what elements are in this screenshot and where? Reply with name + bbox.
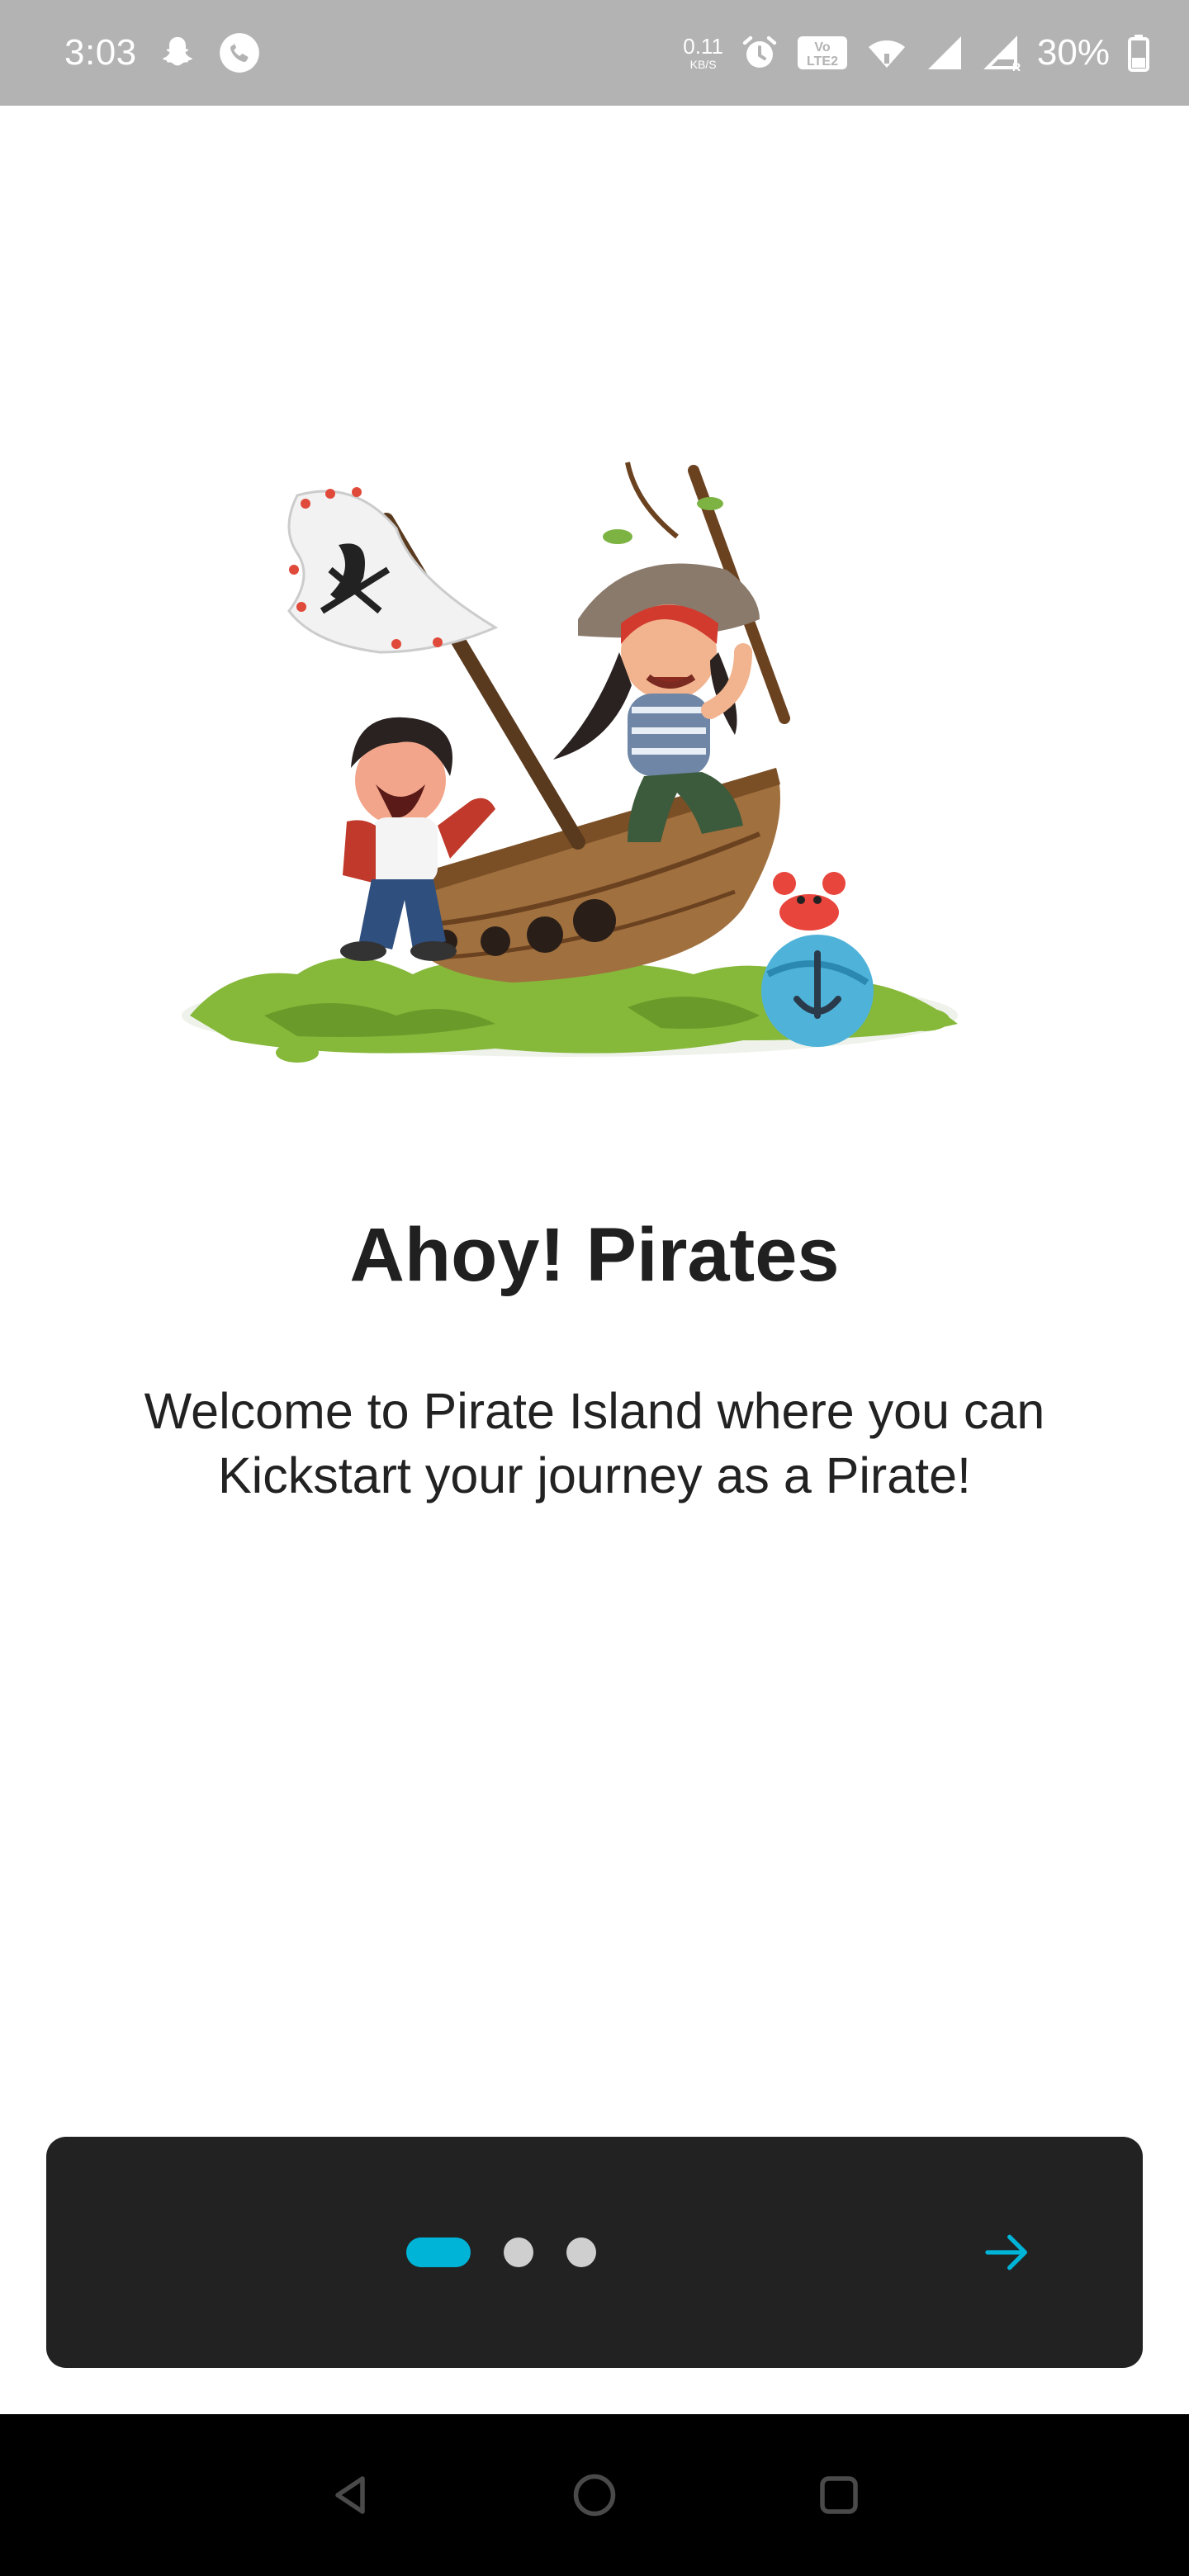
net-speed: 0.11 KB/S: [683, 36, 723, 70]
svg-text:Vo: Vo: [814, 40, 830, 54]
alarm-icon: [740, 33, 779, 73]
next-button[interactable]: [971, 2216, 1044, 2289]
battery-percent: 30%: [1036, 32, 1110, 73]
volte-icon: Vo LTE2: [796, 33, 849, 73]
page-indicator-dot[interactable]: [504, 2237, 533, 2267]
phone-call-icon: [218, 31, 261, 74]
svg-text:LTE2: LTE2: [807, 54, 838, 69]
home-button[interactable]: [553, 2454, 636, 2536]
status-left: 3:03: [64, 0, 261, 106]
back-button[interactable]: [309, 2454, 391, 2536]
page-indicator: [406, 2237, 596, 2267]
onboarding-description: Welcome to Pirate Island where you can K…: [144, 1383, 1045, 1503]
onboarding-title: Ahoy! Pirates: [349, 1213, 840, 1297]
clock: 3:03: [64, 32, 137, 73]
svg-text:R: R: [1012, 60, 1021, 73]
net-speed-unit: KB/S: [689, 58, 717, 71]
status-right: 0.11 KB/S Vo LTE2 R 30%: [683, 0, 1151, 106]
system-nav-bar: [0, 2414, 1189, 2576]
battery-icon: [1126, 33, 1151, 73]
signal-roaming-icon: R: [981, 33, 1021, 73]
recents-square-icon: [814, 2470, 864, 2520]
home-circle-icon: [570, 2470, 619, 2520]
pirate-ship-illustration: [165, 446, 974, 1090]
recents-button[interactable]: [798, 2454, 880, 2536]
onboarding-bottom-panel: [46, 2137, 1143, 2368]
page-indicator-dot-active[interactable]: [406, 2237, 471, 2267]
snapchat-icon: [159, 34, 197, 72]
net-speed-value: 0.11: [683, 34, 723, 59]
wifi-icon: [865, 33, 908, 73]
signal-icon: [925, 33, 964, 73]
back-triangle-icon: [325, 2470, 375, 2520]
status-bar: 3:03 0.11 KB/S Vo LTE2 R 30%: [0, 0, 1189, 106]
arrow-right-icon: [981, 2226, 1034, 2279]
page-indicator-dot[interactable]: [566, 2237, 596, 2267]
